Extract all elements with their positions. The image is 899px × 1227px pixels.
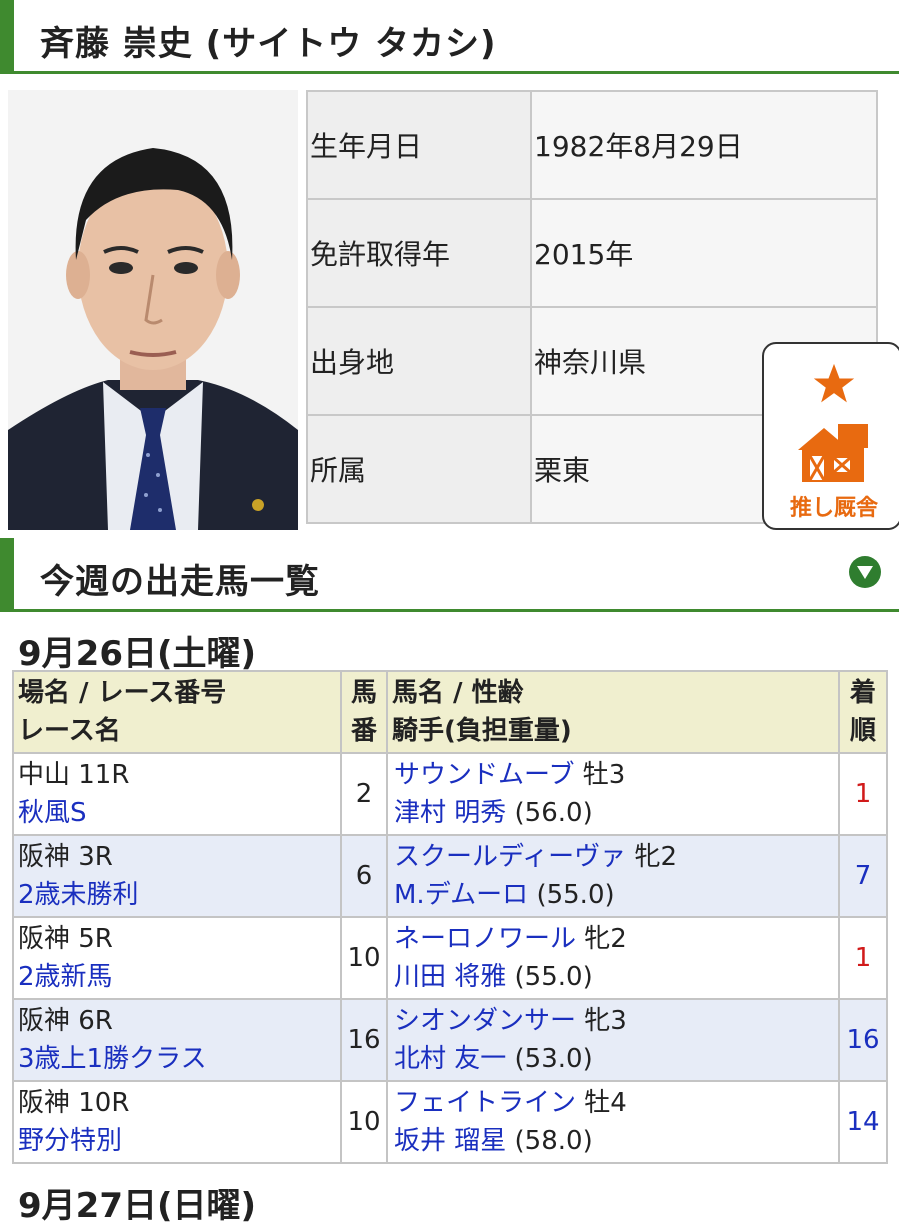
next-race-date: 9月27日(日曜) <box>18 1186 257 1226</box>
profile-row-birthdate: 生年月日 1982年8月29日 <box>306 90 878 200</box>
finish-rank[interactable]: 1 <box>838 752 888 836</box>
table-row: 阪神 5R 2歳新馬 10 ネーロノワール 牝2 川田 将雅 (55.0) 1 <box>12 916 888 1000</box>
table-row: 阪神 3R 2歳未勝利 6 スクールディーヴァ 牝2 M.デムーロ (55.0) 7 <box>12 834 888 918</box>
jockey-link[interactable]: 坂井 瑠星 <box>394 1126 506 1156</box>
profile-value: 1982年8月29日 <box>530 90 878 200</box>
column-header-rank: 着 順 <box>838 670 888 754</box>
entries-header[interactable]: 今週の出走馬一覧 <box>0 538 899 612</box>
jockey-photo <box>8 90 298 530</box>
race-date: 9月26日(土曜) <box>18 634 257 674</box>
jockey-link[interactable]: 川田 将雅 <box>394 962 506 992</box>
finish-rank[interactable]: 1 <box>838 916 888 1000</box>
profile-key: 出身地 <box>306 306 532 416</box>
jockey-link[interactable]: 北村 友一 <box>394 1044 506 1074</box>
weight: (58.0) <box>514 1126 593 1156</box>
jockey-link[interactable]: 津村 明秀 <box>394 798 506 828</box>
race-name-link[interactable]: 秋風S <box>18 794 340 832</box>
table-row: 阪神 10R 野分特別 10 フェイトライン 牡4 坂井 瑠星 (58.0) 14 <box>12 1080 888 1164</box>
profile-key: 所属 <box>306 414 532 524</box>
finish-rank[interactable]: 14 <box>838 1080 888 1164</box>
header-accent-bar <box>0 538 14 609</box>
barn-icon <box>798 424 868 482</box>
sex-age: 牝2 <box>584 924 627 954</box>
table-header-row: 場名 / レース番号 レース名 馬 番 馬名 / 性齢 騎手(負担重量) 着 順 <box>12 670 888 754</box>
horse-number: 6 <box>340 834 388 918</box>
profile-key: 免許取得年 <box>306 198 532 308</box>
entries-title: 今週の出走馬一覧 <box>40 562 320 602</box>
jockey-name: 斉藤 崇史 (サイトウ タカシ) <box>40 24 497 64</box>
profile-header: 斉藤 崇史 (サイトウ タカシ) <box>0 0 899 74</box>
horse-number: 16 <box>340 998 388 1082</box>
horse-number: 10 <box>340 1080 388 1164</box>
weight: (55.0) <box>514 962 593 992</box>
horse-name-link[interactable]: スクールディーヴァ <box>394 842 626 872</box>
sex-age: 牡4 <box>584 1088 627 1118</box>
favorite-stable-label: 推し厩舎 <box>789 496 878 521</box>
entries-table: 場名 / レース番号 レース名 馬 番 馬名 / 性齢 騎手(負担重量) 着 順… <box>12 670 888 1164</box>
sex-age: 牡3 <box>582 760 626 790</box>
profile-key: 生年月日 <box>306 90 532 200</box>
table-row: 中山 11R 秋風S 2 サウンドムーブ 牡3 津村 明秀 (56.0) 1 <box>12 752 888 836</box>
course-label: 阪神 10R <box>18 1088 130 1118</box>
column-header-number: 馬 番 <box>340 670 388 754</box>
horse-name-link[interactable]: ネーロノワール <box>394 924 576 954</box>
course-label: 阪神 3R <box>18 842 113 872</box>
favorite-stable-button[interactable]: 推し厩舎 <box>762 342 899 530</box>
horse-name-link[interactable]: サウンドムーブ <box>394 760 574 790</box>
horse-name-link[interactable]: シオンダンサー <box>394 1006 576 1036</box>
profile-value: 2015年 <box>530 198 878 308</box>
weight: (56.0) <box>514 798 593 828</box>
table-row: 阪神 6R 3歳上1勝クラス 16 シオンダンサー 牝3 北村 友一 (53.0) … <box>12 998 888 1082</box>
column-header-horse: 馬名 / 性齢 騎手(負担重量) <box>386 670 840 754</box>
finish-rank[interactable]: 7 <box>838 834 888 918</box>
sex-age: 牝3 <box>584 1006 627 1036</box>
course-label: 阪神 5R <box>18 924 113 954</box>
course-label: 阪神 6R <box>18 1006 113 1036</box>
column-header-course: 場名 / レース番号 レース名 <box>12 670 342 754</box>
header-accent-bar <box>0 0 14 71</box>
horse-number: 2 <box>340 752 388 836</box>
profile-row-license-year: 免許取得年 2015年 <box>306 198 878 308</box>
race-name-link[interactable]: 2歳新馬 <box>18 958 340 996</box>
horse-number: 10 <box>340 916 388 1000</box>
sex-age: 牝2 <box>634 842 677 872</box>
course-label: 中山 11R <box>18 760 130 790</box>
jockey-link[interactable]: M.デムーロ <box>394 880 528 910</box>
horse-name-link[interactable]: フェイトライン <box>394 1088 576 1118</box>
weight: (55.0) <box>536 880 615 910</box>
race-name-link[interactable]: 2歳未勝利 <box>18 876 340 914</box>
star-icon <box>813 363 855 403</box>
weight: (53.0) <box>514 1044 593 1074</box>
race-name-link[interactable]: 3歳上1勝クラス <box>18 1040 340 1078</box>
chevron-down-icon[interactable] <box>849 556 881 588</box>
finish-rank[interactable]: 16 <box>838 998 888 1082</box>
race-name-link[interactable]: 野分特別 <box>18 1122 340 1160</box>
